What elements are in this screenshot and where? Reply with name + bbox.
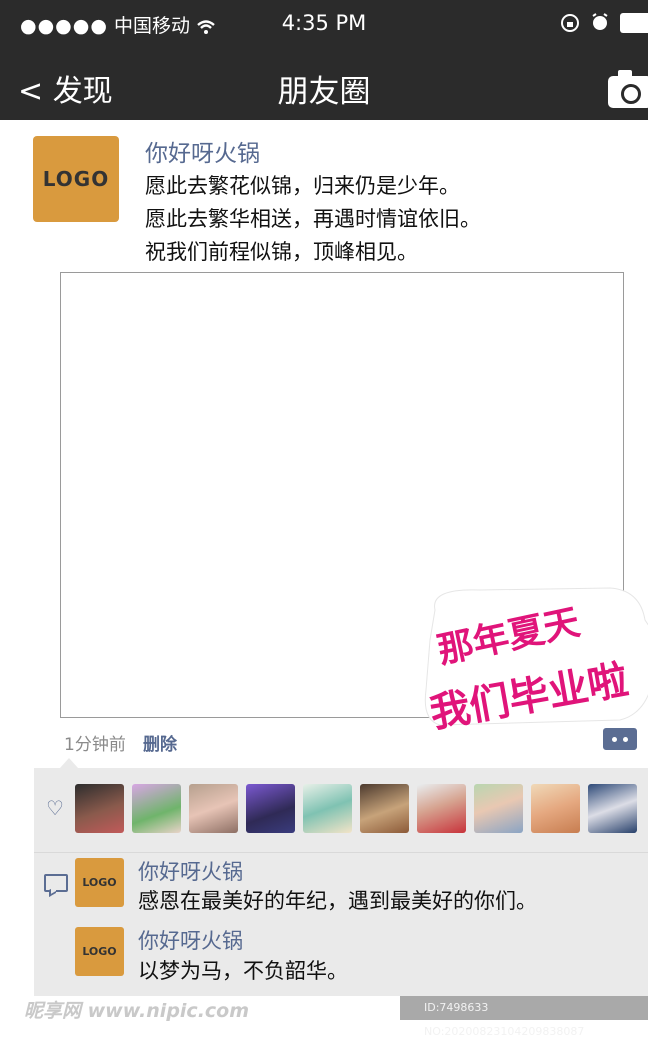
comment-author[interactable]: 你好呀火锅 (138, 856, 243, 886)
comment-text: 感恩在最美好的年纪，遇到最美好的你们。 (138, 889, 537, 913)
page-title: 朋友圈 (277, 74, 371, 110)
interaction-panel: ♡ LOGO 你好呀火锅 感恩在最美好的年纪，遇到最美好的你们。 LOGO 你好… (34, 768, 648, 996)
battery-icon (620, 13, 648, 33)
likes-row: ♡ (34, 768, 648, 853)
comment-avatar[interactable]: LOGO (75, 927, 124, 976)
status-time: 4:35 PM (281, 11, 367, 35)
liker-avatar[interactable] (588, 784, 637, 833)
liker-avatar[interactable] (75, 784, 124, 833)
post-time: 1分钟前 (64, 735, 126, 755)
panel-caret (60, 758, 78, 768)
liker-avatar[interactable] (360, 784, 409, 833)
post-avatar[interactable]: LOGO (33, 136, 119, 222)
alarm-icon (592, 13, 608, 30)
watermark-bar: 昵享网 www.nipic.com ID:7498633 NO:20200823… (0, 996, 648, 1038)
liker-avatar[interactable] (474, 784, 523, 833)
post-author[interactable]: 你好呀火锅 (145, 134, 260, 168)
comment-icon (44, 874, 68, 892)
heart-icon: ♡ (46, 796, 64, 820)
liker-avatar[interactable] (246, 784, 295, 833)
comment-text: 以梦为马，不负韶华。 (138, 959, 348, 983)
post-text-line: 愿此去繁花似锦，归来仍是少年。 (145, 174, 460, 198)
delete-button[interactable]: 删除 (143, 730, 177, 755)
liker-avatar[interactable] (189, 784, 238, 833)
liker-avatar[interactable] (417, 784, 466, 833)
watermark-logo: 昵享网 www.nipic.com (24, 1000, 250, 1022)
graduation-sticker: 那年夏天 我们毕业啦 (424, 587, 648, 730)
liker-avatar[interactable] (303, 784, 352, 833)
post-text-line: 祝我们前程似锦，顶峰相见。 (145, 240, 418, 264)
post-text-line: 愿此去繁华相送，再遇时情谊依旧。 (145, 207, 481, 231)
nav-bar: < 发现 朋友圈 (0, 46, 648, 120)
status-bar: ●●●●● 中国移动 4:35 PM (0, 0, 648, 46)
comment-avatar[interactable]: LOGO (75, 858, 124, 907)
liker-avatar[interactable] (531, 784, 580, 833)
comment-author[interactable]: 你好呀火锅 (138, 925, 243, 955)
more-actions-button[interactable] (603, 728, 637, 750)
liker-avatar[interactable] (132, 784, 181, 833)
rotation-lock-icon (561, 14, 579, 32)
watermark-id: ID:7498633 NO:20200823104209838087 (400, 996, 648, 1038)
camera-icon[interactable] (608, 70, 648, 108)
